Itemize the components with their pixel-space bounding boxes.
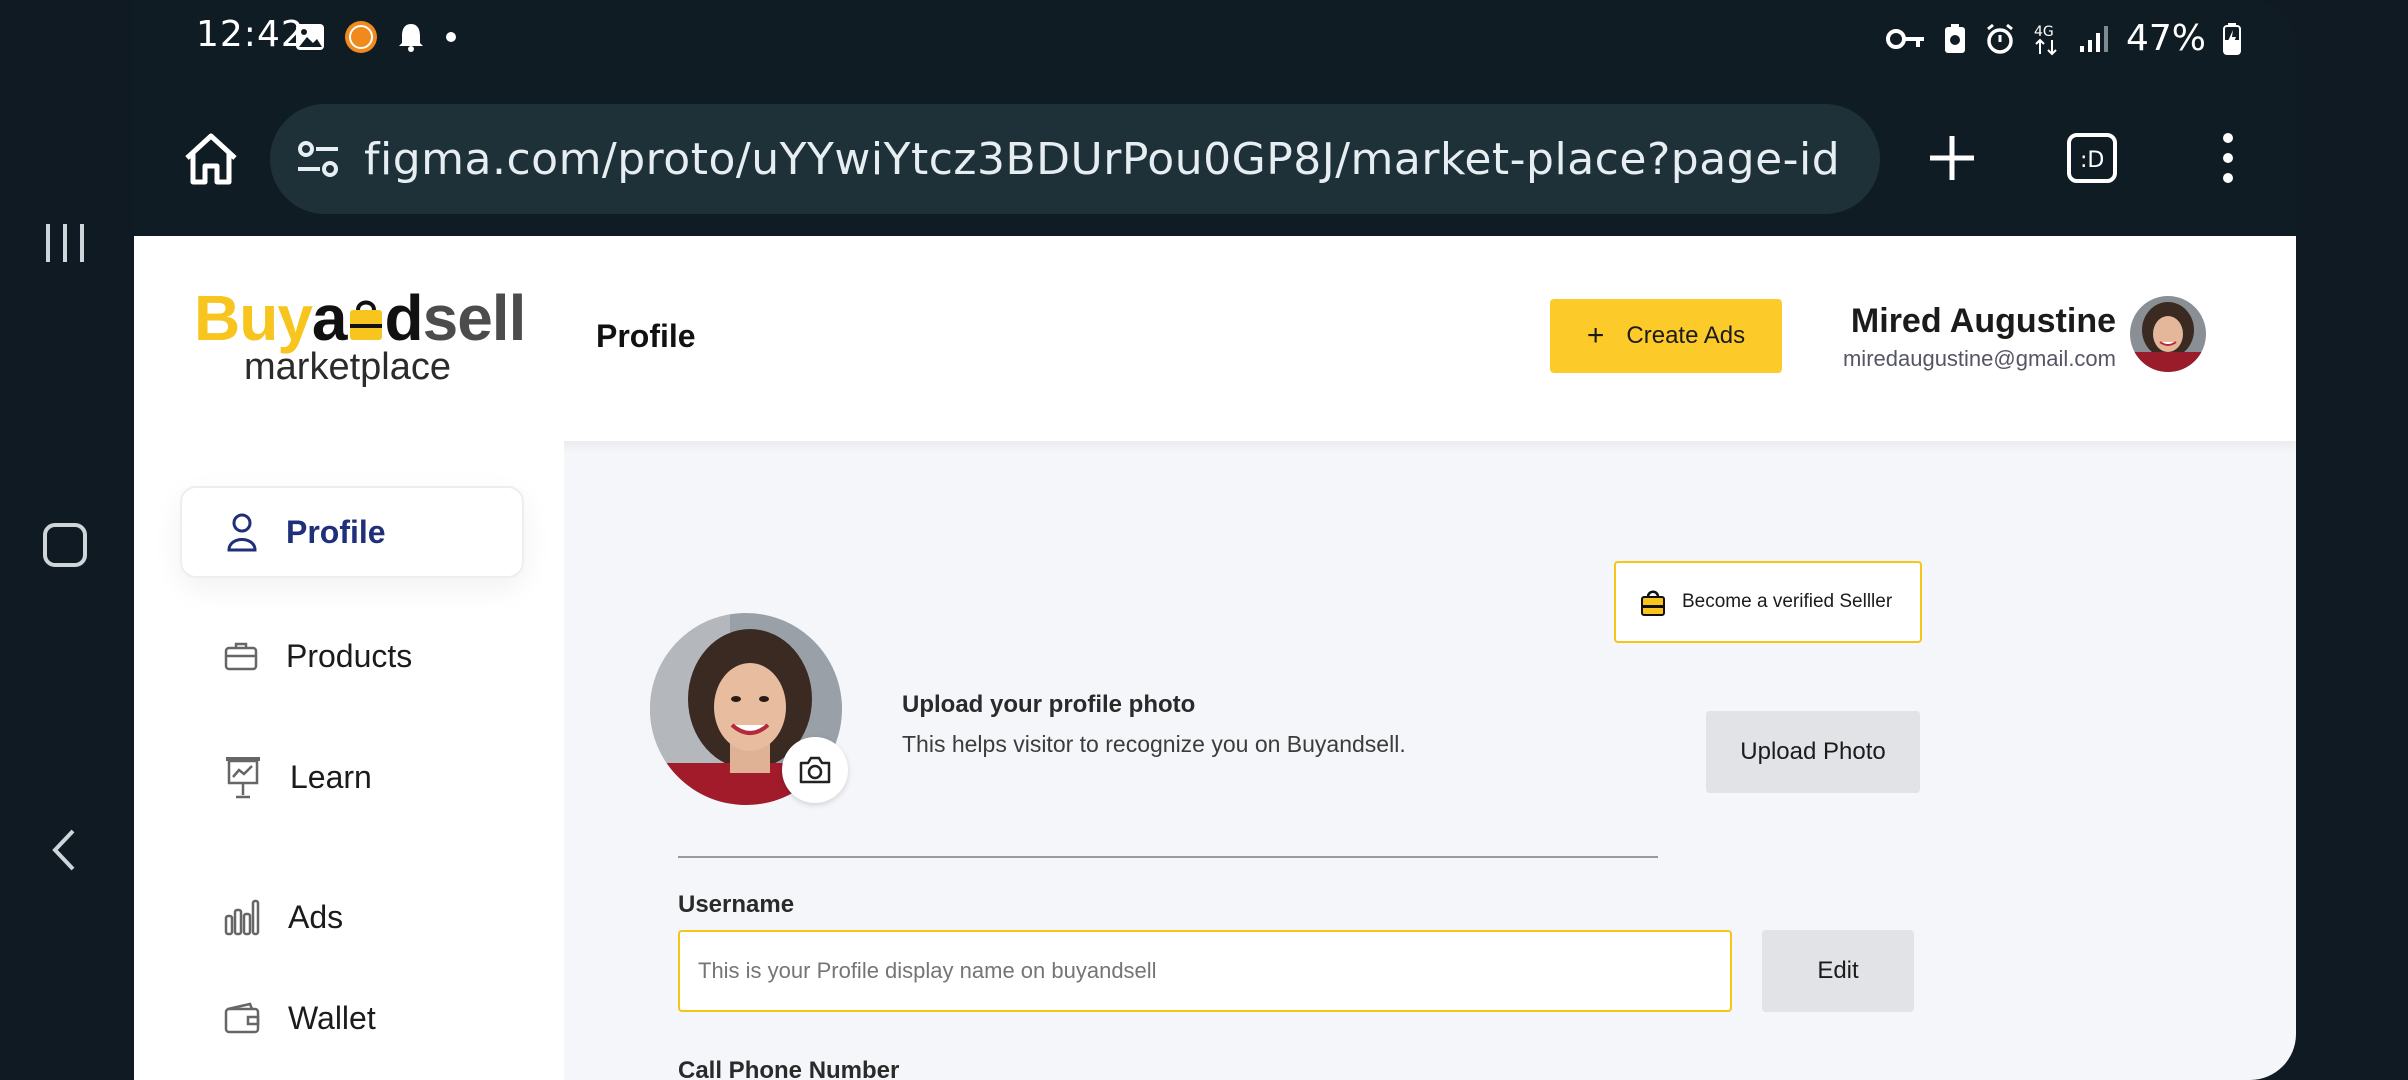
network-4g-icon: 4G: [2034, 24, 2057, 55]
create-ads-button[interactable]: + Create Ads: [1550, 299, 1782, 373]
dot-icon: [446, 32, 456, 42]
plus-icon: +: [1586, 319, 1605, 352]
bell-icon: [399, 24, 423, 52]
wallet-icon: [224, 1002, 260, 1034]
home-nav-button[interactable]: [30, 510, 100, 580]
phone-screen: 12:42 4G 47% figma.com/proto/uYYwiYtcz3B…: [134, 0, 2296, 1080]
become-verified-button[interactable]: Become a verified Selller: [1614, 561, 1922, 643]
briefcase-icon: [224, 642, 258, 671]
upload-photo-button[interactable]: Upload Photo: [1706, 711, 1920, 793]
buyandsell-logo[interactable]: Buya dsell marketplace: [194, 286, 526, 396]
edit-username-button[interactable]: Edit: [1762, 930, 1914, 1012]
sidebar-item-profile[interactable]: Profile: [180, 486, 524, 578]
tab-switcher-button[interactable]: :D: [2056, 122, 2128, 194]
status-right-icons: 4G 47%: [1885, 18, 2242, 59]
sidebar-item-wallet[interactable]: Wallet: [180, 972, 524, 1064]
user-avatar[interactable]: [2130, 296, 2206, 372]
upload-title: Upload your profile photo: [902, 691, 1196, 718]
web-page: Buya dsell marketplace Profile + Create A…: [134, 236, 2296, 1080]
camera-icon: [799, 756, 831, 784]
status-left-icons: [294, 20, 458, 54]
overflow-menu-button[interactable]: [2192, 122, 2264, 194]
logo-sell: sell: [422, 282, 527, 354]
home-square-icon: [43, 523, 87, 567]
user-email: miredaugustine@gmail.com: [1842, 346, 2116, 371]
more-vertical-icon: [2223, 133, 2233, 183]
recents-icon: [46, 224, 84, 262]
logo-and-d: d: [384, 282, 424, 354]
username-label: Username: [678, 891, 795, 918]
create-ads-label: Create Ads: [1626, 322, 1746, 349]
svg-text::D: :D: [2080, 148, 2104, 173]
change-photo-button[interactable]: [782, 737, 848, 803]
sidebar-item-label: Profile: [286, 513, 386, 550]
sidebar-item-products[interactable]: Products: [180, 610, 524, 702]
address-bar[interactable]: figma.com/proto/uYYwiYtcz3BDUrPou0GP8J/m…: [270, 104, 1880, 214]
upload-description: This helps visitor to recognize you on B…: [902, 731, 1406, 757]
signal-icon: [2079, 25, 2108, 52]
site-header: Buya dsell marketplace Profile + Create A…: [134, 236, 2296, 441]
username-input[interactable]: [678, 930, 1732, 1012]
status-time: 12:42: [196, 14, 305, 55]
user-name: Mired Augustine: [1850, 302, 2116, 340]
user-icon: [227, 513, 257, 552]
section-divider: [678, 856, 1658, 858]
gallery-icon: [296, 24, 324, 50]
logo-and-a: a: [311, 282, 348, 354]
sidebar-item-ads[interactable]: Ads: [180, 871, 524, 963]
sidebar-item-label: Products: [286, 637, 413, 674]
battery-saver-icon: [1944, 23, 1965, 53]
plus-icon: [1930, 136, 1974, 180]
logo-wordmark: Buya dsell: [194, 286, 526, 350]
shopping-bag-icon: [1641, 590, 1665, 616]
alarm-icon: [1987, 23, 2013, 54]
page-title: Profile: [596, 318, 696, 354]
battery-charging-icon: [2223, 22, 2241, 55]
presentation-icon: [226, 757, 260, 799]
verified-label: Become a verified Selller: [1682, 591, 1893, 612]
home-icon: [185, 133, 237, 185]
recents-button[interactable]: [30, 208, 100, 278]
vpn-key-icon: [1885, 28, 1924, 49]
url-text[interactable]: figma.com/proto/uYYwiYtcz3BDUrPou0GP8J/m…: [364, 134, 1844, 185]
sidebar: Profile Products Learn Ads Wallet: [134, 441, 564, 1080]
profile-main: Become a verified Selller Upload your pr…: [564, 441, 2296, 1080]
site-settings-icon[interactable]: [294, 135, 342, 183]
new-tab-button[interactable]: [1916, 122, 1988, 194]
svg-text:4G: 4G: [2034, 24, 2054, 40]
browser-home-button[interactable]: [172, 120, 250, 198]
android-nav-rail: [0, 0, 134, 1080]
back-button[interactable]: [30, 815, 100, 885]
battery-percent: 47%: [2125, 18, 2206, 59]
shopping-bag-icon: [349, 300, 382, 340]
tab-switcher-icon: :D: [2067, 133, 2117, 183]
status-bar: 12:42 4G 47%: [134, 0, 2296, 80]
phone-number-label: Call Phone Number: [678, 1057, 900, 1080]
bar-chart-icon: [224, 899, 260, 936]
sidebar-item-label: Wallet: [288, 999, 376, 1036]
logo-buy: Buy: [194, 282, 313, 354]
app-badge-icon: [345, 21, 377, 53]
browser-toolbar: figma.com/proto/uYYwiYtcz3BDUrPou0GP8J/m…: [134, 98, 2296, 218]
sidebar-item-label: Learn: [290, 758, 372, 795]
sidebar-item-learn[interactable]: Learn: [180, 731, 524, 823]
avatar-image: [2130, 296, 2206, 372]
back-chevron-icon: [52, 829, 75, 871]
sidebar-item-label: Ads: [288, 898, 344, 935]
